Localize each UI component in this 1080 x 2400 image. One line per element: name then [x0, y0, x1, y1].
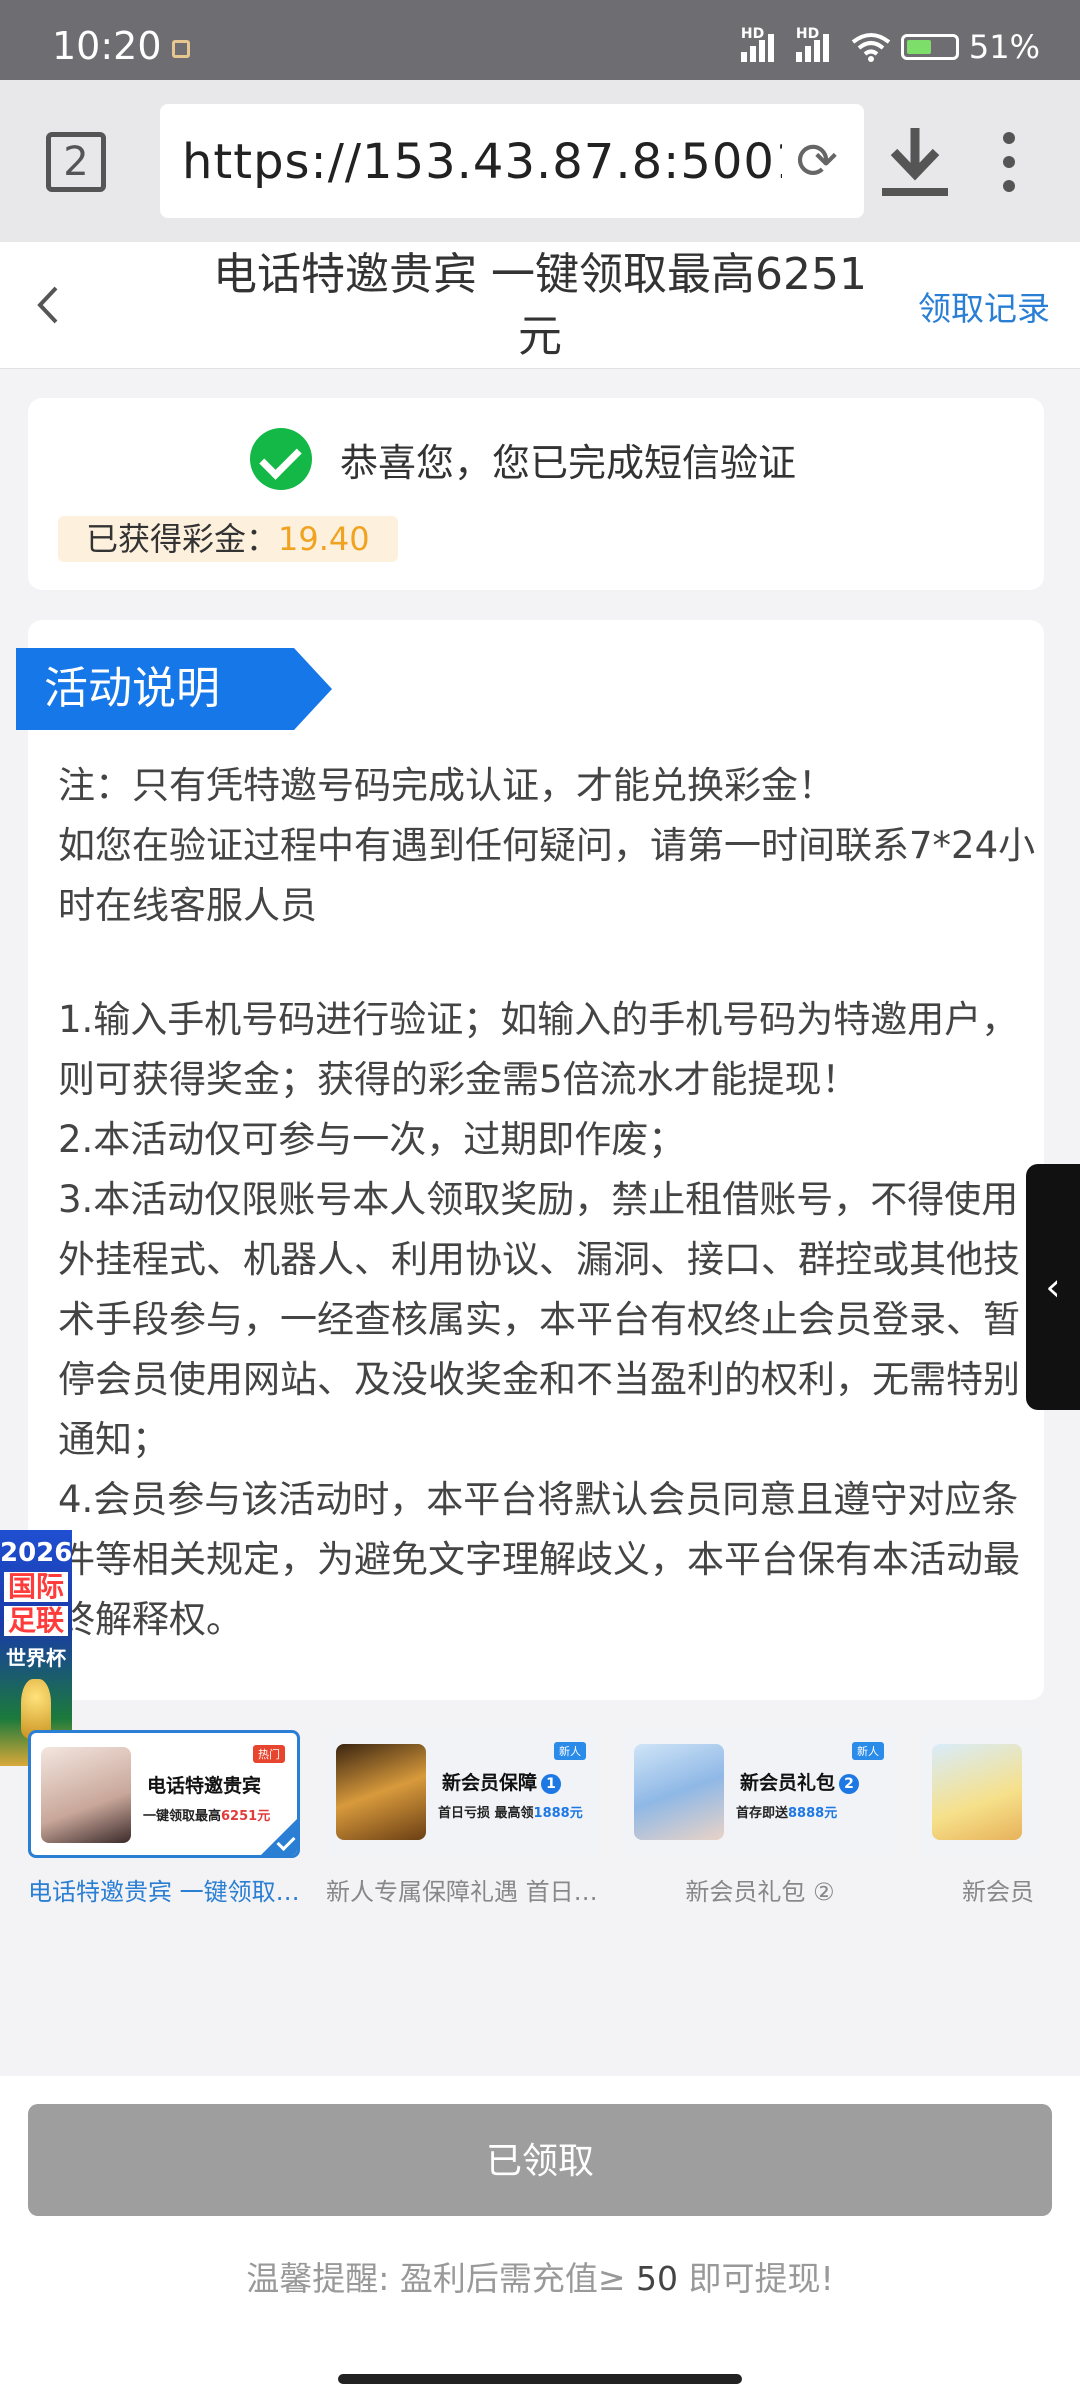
- promo-thumbnail: 新人 新会员礼包 2 首存即送8888元: [624, 1730, 896, 1858]
- new-tag: 新人: [852, 1742, 884, 1760]
- new-tag: 新人: [554, 1742, 586, 1760]
- activity-description-card: 活动说明 注：只有凭特邀号码完成认证，才能兑换彩金！ 如您在验证过程中有遇到任何…: [16, 620, 1044, 1700]
- claimed-button[interactable]: 已领取: [28, 2104, 1052, 2216]
- rule-item: 2.本活动仅可参与一次，过期即作废；: [58, 1118, 686, 1161]
- claim-records-link[interactable]: 领取记录: [918, 282, 1050, 330]
- address-bar[interactable]: https://153.43.87.8:5001/h ⟳: [160, 104, 864, 218]
- section-title: 活动说明: [16, 648, 332, 730]
- rule-item: 3.本活动仅限账号本人领取奖励，禁止租借账号，不得使用外挂程式、机器人、利用协议…: [58, 1178, 1020, 1461]
- battery-icon: [900, 34, 959, 60]
- wifi-icon: [851, 33, 891, 62]
- promo-avatar: [932, 1744, 1022, 1840]
- url-text[interactable]: https://153.43.87.8:5001/h: [182, 134, 782, 190]
- reminder-prefix: 温馨提醒: 盈利后需充值≥: [246, 2259, 637, 2298]
- status-bar: 10:20 HD HD 51%: [0, 0, 1080, 80]
- side-drawer-handle[interactable]: ‹: [1026, 1164, 1080, 1410]
- badge-line1: 国际: [4, 1572, 68, 1602]
- back-arrow-icon[interactable]: [28, 282, 68, 328]
- reminder-suffix: 即可提现!: [678, 2259, 834, 2298]
- promotions-carousel: 热门 电话特邀贵宾 一键领取最高6251元 电话特邀贵宾 一键领取最高6251元…: [28, 1730, 1044, 1910]
- promo-title: 新会员礼包 2: [740, 1768, 860, 1795]
- browser-toolbar: 2 https://153.43.87.8:5001/h ⟳: [0, 80, 1080, 242]
- activity-description: 注：只有凭特邀号码完成认证，才能兑换彩金！ 如您在验证过程中有遇到任何疑问，请第…: [58, 756, 1038, 1650]
- home-indicator[interactable]: [338, 2374, 742, 2384]
- promo-title: 新会员保障 1: [442, 1768, 562, 1795]
- promo-subtitle: 一键领取最高6251元: [143, 1809, 271, 1824]
- download-icon[interactable]: [880, 124, 950, 200]
- promo-caption: 新会员: [962, 1878, 1034, 1906]
- bottom-action-area: 已领取 温馨提醒: 盈利后需充值≥ 50 即可提现!: [0, 2076, 1080, 2400]
- note-text: 注：只有凭特邀号码完成认证，才能兑换彩金！: [58, 764, 835, 807]
- page-title: 电话特邀贵宾 一键领取最高6251元: [213, 249, 867, 362]
- hd-label-2: HD: [795, 26, 820, 42]
- verification-status-card: 恭喜您，您已完成短信验证 已获得彩金：19.40: [28, 398, 1044, 590]
- tab-switcher-button[interactable]: 2: [46, 132, 106, 192]
- reload-icon[interactable]: ⟳: [792, 136, 842, 186]
- promo-card-vip-invite[interactable]: 热门 电话特邀贵宾 一键领取最高6251元 电话特邀贵宾 一键领取最高6251元: [28, 1730, 300, 1907]
- notification-icon: [172, 40, 190, 58]
- contact-text: 如您在验证过程中有遇到任何疑问，请第一时间联系7*24小时在线客服人员: [58, 824, 1036, 927]
- badge-line3: 世界杯: [6, 1646, 66, 1670]
- promo-avatar: [41, 1747, 131, 1843]
- bonus-pill: 已获得彩金：19.40: [58, 516, 398, 562]
- signal-icon: HD: [740, 26, 774, 62]
- hot-tag: 热门: [253, 1745, 285, 1763]
- bonus-amount: 19.40: [278, 520, 370, 558]
- promo-caption: 电话特邀贵宾 一键领取最高6251元: [28, 1878, 300, 1906]
- success-message: 恭喜您，您已完成短信验证: [340, 440, 797, 485]
- promo-card-new-member-gift[interactable]: 新人 新会员礼包 2 首存即送8888元 新会员礼包 ②: [624, 1730, 896, 1907]
- promo-thumbnail: 热门 电话特邀贵宾 一键领取最高6251元: [28, 1730, 300, 1858]
- promo-avatar: [336, 1744, 426, 1840]
- promo-card-partial[interactable]: 新会员: [922, 1730, 1044, 1907]
- reminder-amount: 50: [636, 2259, 679, 2298]
- promo-caption: 新会员礼包 ②: [685, 1878, 835, 1906]
- promo-thumbnail: [922, 1730, 1044, 1858]
- chevron-left-icon: ‹: [1045, 1265, 1061, 1309]
- status-icons: HD HD 51%: [740, 26, 1040, 66]
- signal-icon-2: HD: [795, 26, 829, 62]
- page-header: 电话特邀贵宾 一键领取最高6251元 领取记录: [0, 242, 1080, 369]
- badge-line2: 足联: [4, 1606, 68, 1636]
- promo-card-new-member-protection[interactable]: 新人 新会员保障1 首日亏损 最高领1888元 新人专属保障礼遇 首日亏损最高领…: [326, 1730, 598, 1907]
- rule-item: 4.会员参与该活动时，本平台将默认会员同意且遵守对应条件等相关规定，为避免文字理…: [58, 1478, 1020, 1641]
- promo-thumbnail: 新人 新会员保障 1 首日亏损 最高领1888元: [326, 1730, 598, 1858]
- promo-subtitle: 首日亏损 最高领1888元: [438, 1806, 583, 1821]
- more-menu-icon[interactable]: [996, 132, 1022, 192]
- promo-subtitle: 首存即送8888元: [736, 1806, 838, 1821]
- rule-item: 1.输入手机号码进行验证；如输入的手机号码为特邀用户，则可获得奖金；获得的彩金需…: [58, 998, 1019, 1101]
- check-circle-icon: [250, 428, 312, 490]
- clock: 10:20: [52, 24, 162, 68]
- bonus-label: 已获得彩金：: [86, 520, 279, 558]
- withdraw-reminder: 温馨提醒: 盈利后需充值≥ 50 即可提现!: [0, 2252, 1080, 2300]
- battery-percent: 51%: [968, 28, 1040, 66]
- selected-check-icon: [261, 1819, 297, 1855]
- hd-label: HD: [740, 26, 765, 42]
- promo-caption: 新人专属保障礼遇 首日亏损最高领1888元: [326, 1878, 598, 1906]
- promo-title: 电话特邀贵宾: [147, 1775, 262, 1797]
- success-row: 恭喜您，您已完成短信验证: [250, 428, 796, 490]
- badge-year: 2026: [0, 1538, 73, 1568]
- promo-avatar: [634, 1744, 724, 1840]
